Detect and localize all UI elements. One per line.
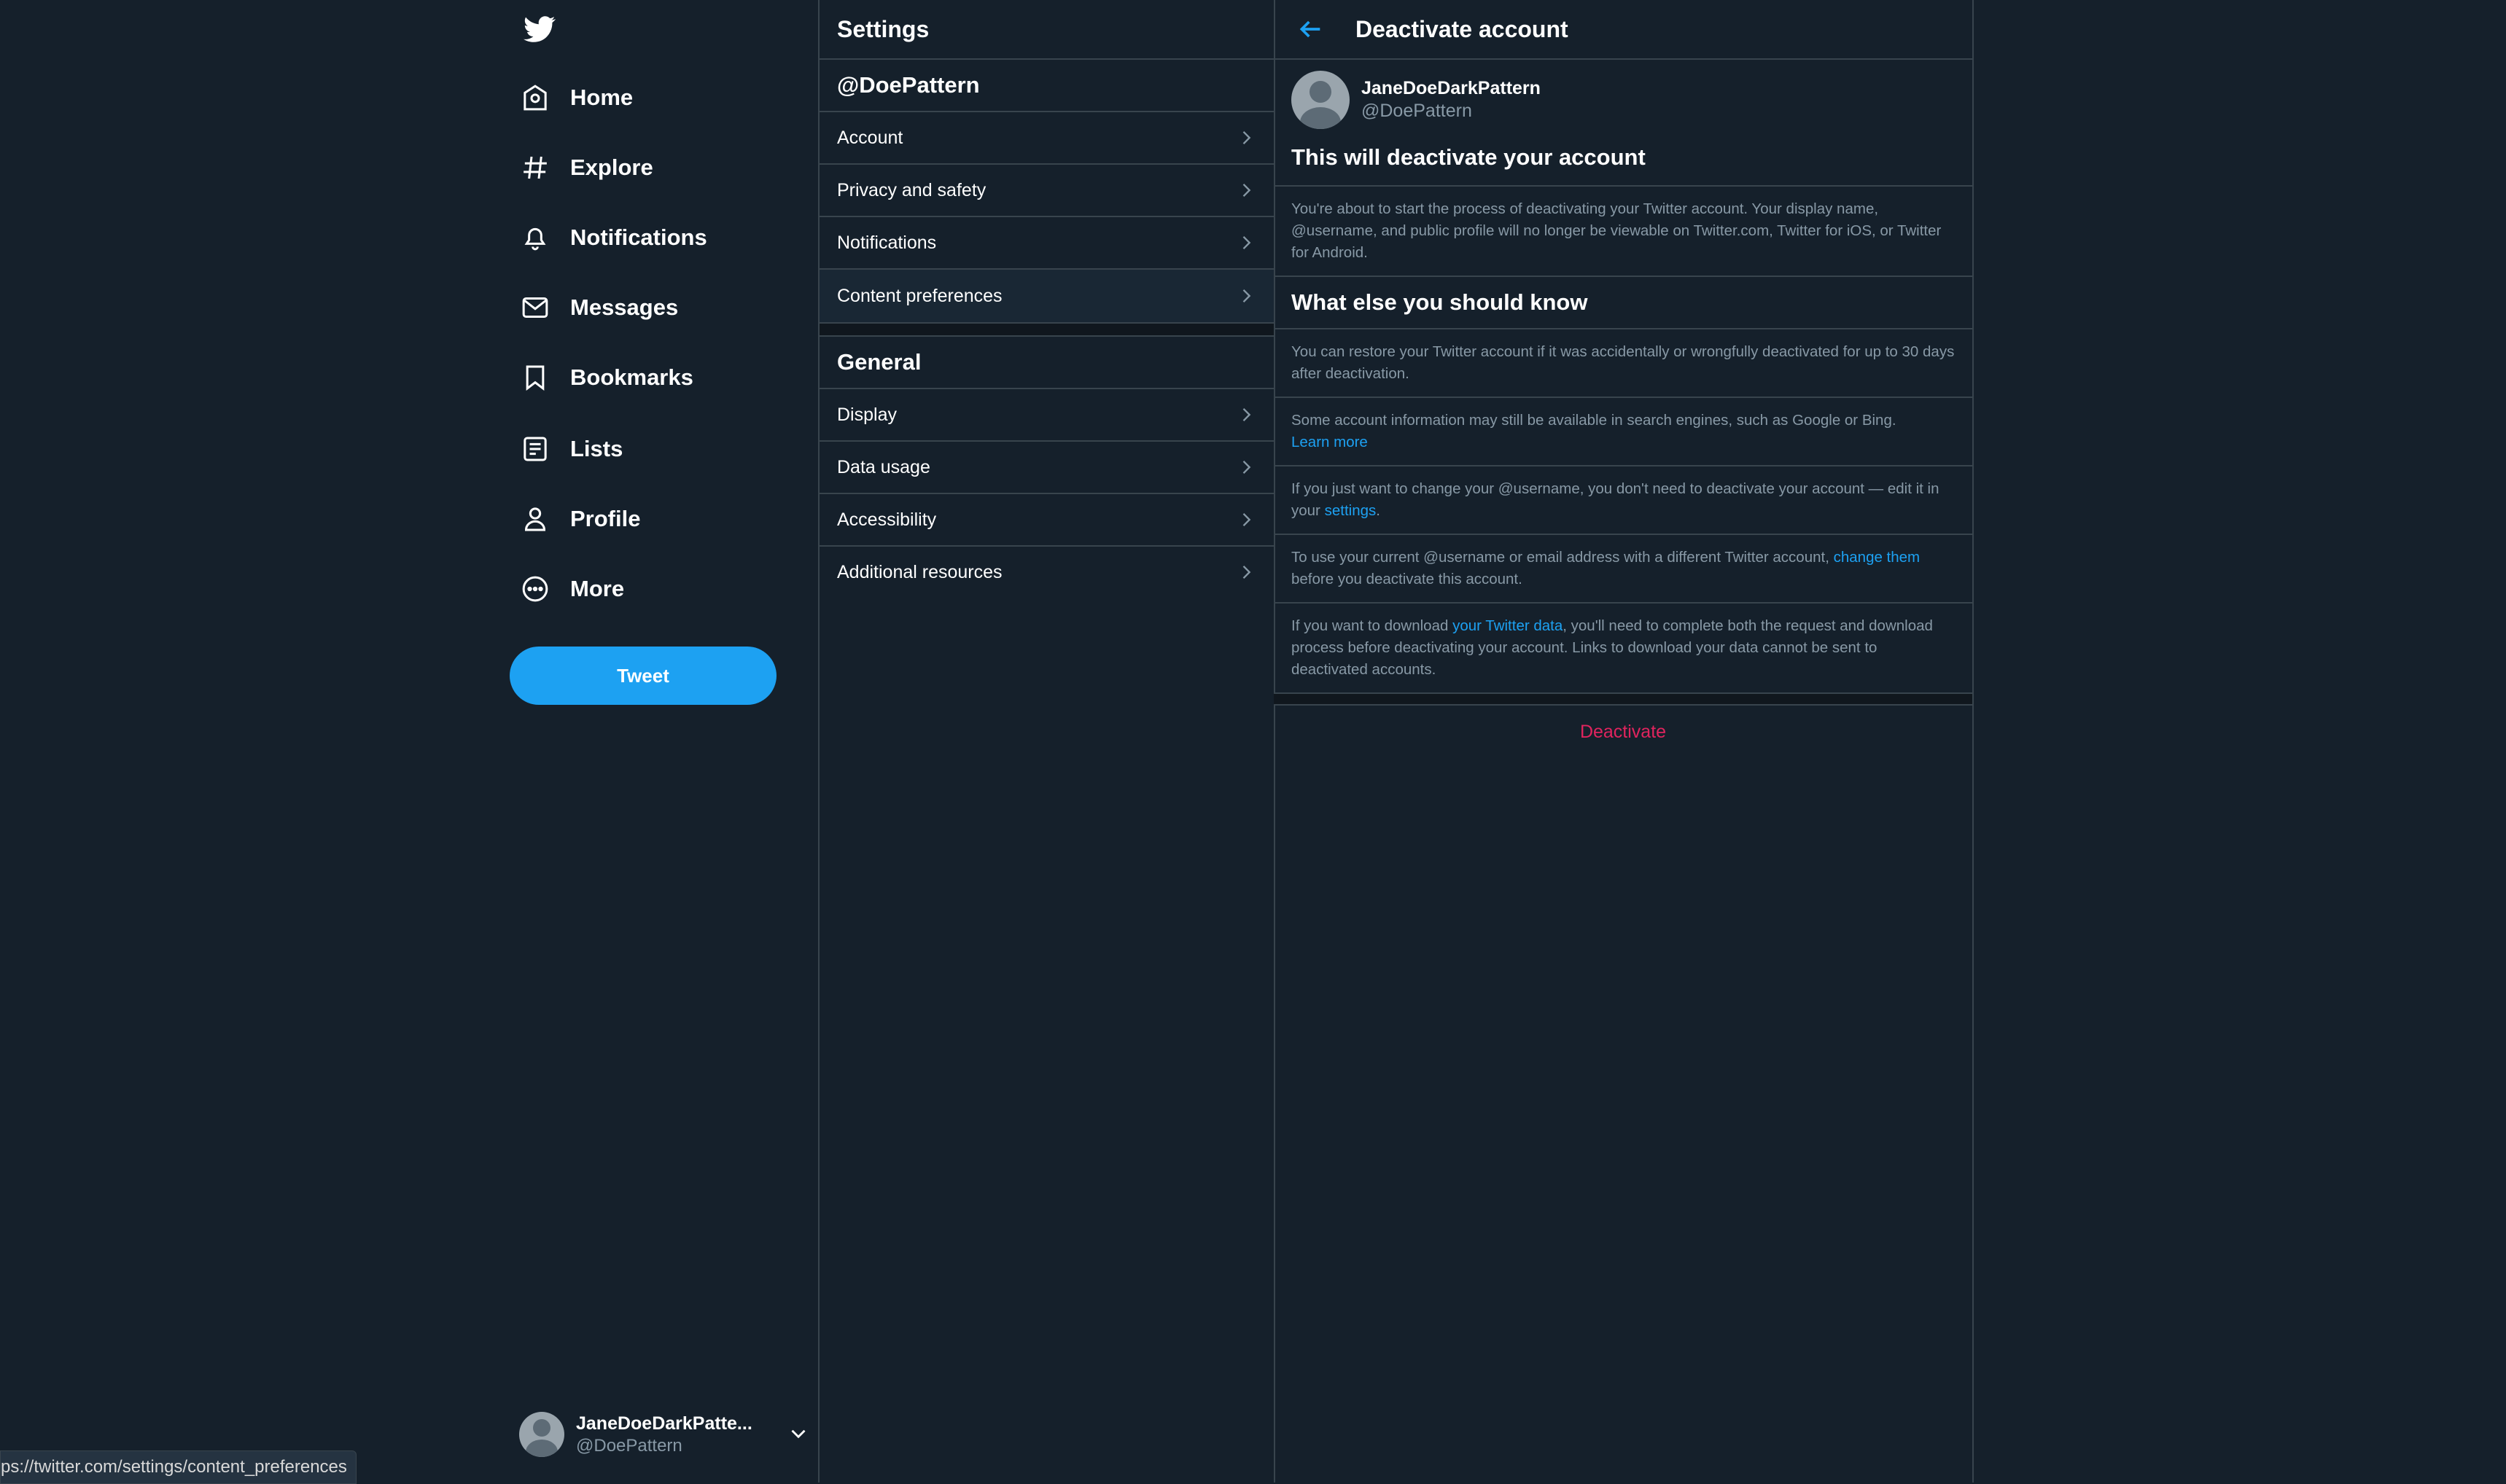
twitter-data-link[interactable]: your Twitter data xyxy=(1452,617,1563,634)
settings-item-label: Additional resources xyxy=(837,561,1003,582)
search-engines-paragraph: Some account information may still be av… xyxy=(1274,398,1972,466)
nav-notifications[interactable]: Notifications xyxy=(519,208,729,267)
settings-item-account[interactable]: Account xyxy=(820,112,1274,165)
settings-link[interactable]: settings xyxy=(1325,502,1377,519)
nav-lists[interactable]: Lists xyxy=(519,420,645,478)
home-icon xyxy=(519,82,551,114)
section-divider xyxy=(1274,692,1972,706)
paragraph-text: If you want to download xyxy=(1291,617,1449,634)
chevron-right-icon xyxy=(1242,236,1251,249)
status-bar-url: ps://twitter.com/settings/content_prefer… xyxy=(0,1450,357,1484)
settings-panel: Settings @DoePattern Account Privacy and… xyxy=(818,0,1275,1483)
profile-summary: JaneDoeDarkPattern @DoePattern xyxy=(1274,60,1972,130)
change-them-link[interactable]: change them xyxy=(1834,549,1921,566)
email-paragraph: To use your current @username or email a… xyxy=(1274,535,1972,604)
nav-more[interactable]: More xyxy=(519,560,646,618)
nav-label: Lists xyxy=(570,436,623,461)
chevron-right-icon xyxy=(1242,566,1251,579)
account-name: JaneDoeDarkPatte... xyxy=(576,1413,752,1434)
settings-item-label: Data usage xyxy=(837,456,930,477)
settings-item-content-preferences[interactable]: Content preferences xyxy=(820,270,1274,324)
settings-item-additional-resources[interactable]: Additional resources xyxy=(820,547,1274,598)
bookmark-icon xyxy=(519,362,551,394)
account-handle: @DoePattern xyxy=(576,1435,682,1456)
username-paragraph: If you just want to change your @usernam… xyxy=(1274,466,1972,535)
nav-label: Explore xyxy=(570,155,653,180)
settings-item-notifications[interactable]: Notifications xyxy=(820,217,1274,270)
nav-label: Bookmarks xyxy=(570,364,693,390)
person-icon xyxy=(519,503,551,535)
account-section-title: @DoePattern xyxy=(820,60,1274,112)
nav-label: Notifications xyxy=(570,224,707,250)
settings-item-label: Privacy and safety xyxy=(837,179,987,200)
deactivate-button[interactable]: Deactivate xyxy=(1274,706,1972,758)
deactivate-heading: This will deactivate your account xyxy=(1274,130,1972,187)
paragraph-text: To use your current @username or email a… xyxy=(1291,549,1829,566)
paragraph-text: . xyxy=(1376,502,1380,519)
chevron-right-icon xyxy=(1242,513,1251,526)
intro-paragraph: You're about to start the process of dea… xyxy=(1274,187,1972,277)
section-divider xyxy=(820,324,1274,337)
nav-explore[interactable]: Explore xyxy=(519,138,675,197)
hashtag-icon xyxy=(519,152,551,184)
settings-item-label: Content preferences xyxy=(837,285,1003,306)
restore-paragraph: You can restore your Twitter account if … xyxy=(1274,329,1972,398)
list-icon xyxy=(519,433,551,465)
account-switcher[interactable]: JaneDoeDarkPatte... @DoePattern xyxy=(519,1408,811,1461)
chevron-right-icon xyxy=(1242,408,1251,421)
nav-messages[interactable]: Messages xyxy=(519,278,700,337)
chevron-right-icon xyxy=(1242,461,1251,474)
nav-profile[interactable]: Profile xyxy=(519,490,662,548)
nav-label: Profile xyxy=(570,506,641,531)
nav-label: More xyxy=(570,576,625,601)
nav-bookmarks[interactable]: Bookmarks xyxy=(519,348,715,407)
detail-title: Deactivate account xyxy=(1355,15,1568,42)
settings-item-label: Account xyxy=(837,127,903,148)
settings-item-label: Display xyxy=(837,404,897,425)
settings-item-data-usage[interactable]: Data usage xyxy=(820,442,1274,494)
avatar xyxy=(519,1412,564,1457)
general-section-title: General xyxy=(820,337,1274,389)
settings-item-privacy[interactable]: Privacy and safety xyxy=(820,165,1274,217)
settings-item-label: Accessibility xyxy=(837,509,937,530)
nav-label: Messages xyxy=(570,294,679,320)
paragraph-text: Some account information may still be av… xyxy=(1291,412,1896,429)
envelope-icon xyxy=(519,292,551,324)
nav-home[interactable]: Home xyxy=(519,69,655,127)
settings-item-label: Notifications xyxy=(837,232,937,253)
chevron-right-icon xyxy=(1242,131,1251,144)
profile-name: JaneDoeDarkPattern xyxy=(1361,78,1541,98)
settings-item-display[interactable]: Display xyxy=(820,389,1274,442)
avatar xyxy=(1291,71,1350,129)
settings-title: Settings xyxy=(820,0,1274,60)
paragraph-text: If you just want to change your @usernam… xyxy=(1291,480,1939,519)
twitter-bird-icon[interactable] xyxy=(521,13,558,45)
back-arrow-icon[interactable] xyxy=(1296,15,1325,44)
download-data-paragraph: If you want to download your Twitter dat… xyxy=(1274,604,1972,692)
tweet-button[interactable]: Tweet xyxy=(510,647,777,705)
detail-header: Deactivate account xyxy=(1274,0,1972,60)
bell-icon xyxy=(519,222,551,254)
profile-handle: @DoePattern xyxy=(1361,101,1472,121)
know-heading: What else you should know xyxy=(1274,277,1972,329)
nav-label: Home xyxy=(570,85,634,110)
more-circle-icon xyxy=(519,573,551,605)
chevron-right-icon xyxy=(1242,289,1251,302)
learn-more-link[interactable]: Learn more xyxy=(1291,434,1368,450)
deactivate-panel: Deactivate account JaneDoeDarkPattern @D… xyxy=(1274,0,1974,1483)
settings-item-accessibility[interactable]: Accessibility xyxy=(820,494,1274,547)
primary-nav: Home Explore Notifications Messages Book… xyxy=(503,0,818,1483)
chevron-down-icon xyxy=(786,1421,811,1446)
paragraph-text: before you deactivate this account. xyxy=(1291,571,1522,587)
chevron-right-icon xyxy=(1242,184,1251,197)
